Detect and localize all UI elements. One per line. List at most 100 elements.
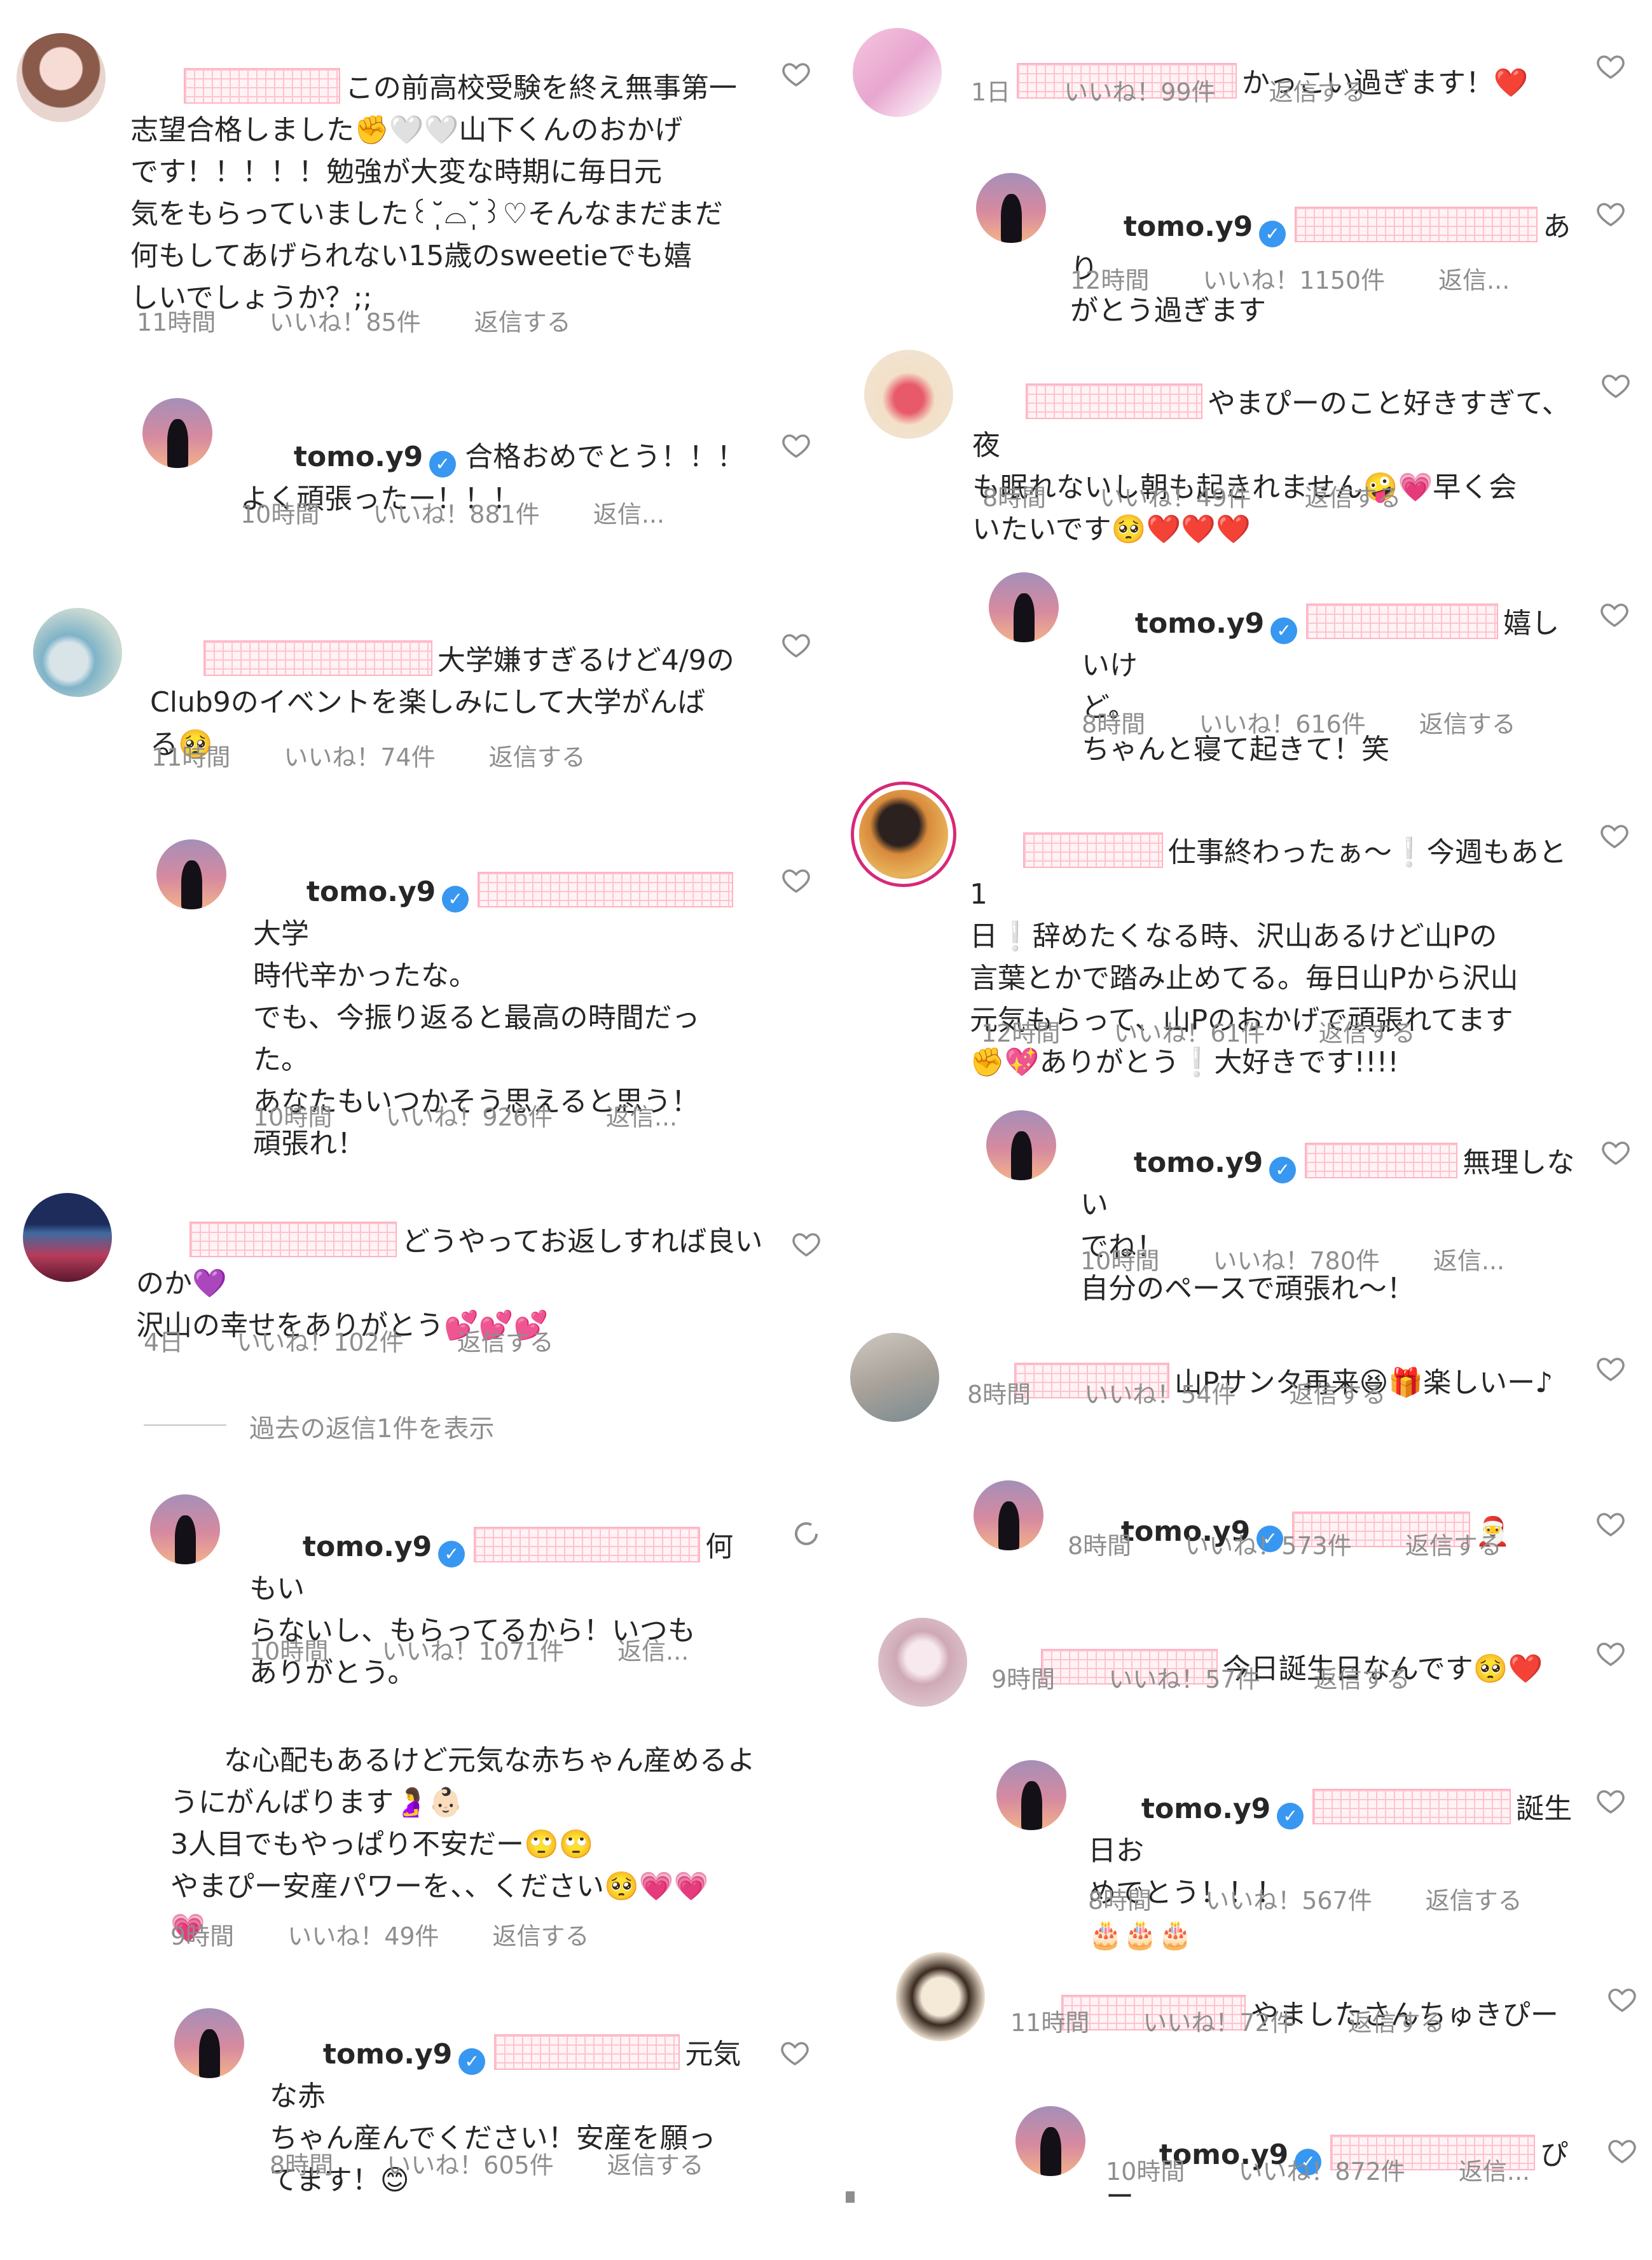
username[interactable]: tomo.y9 [1134, 1147, 1263, 1179]
reply-button[interactable]: 返信する [1269, 78, 1366, 106]
heart-icon[interactable] [1595, 1508, 1626, 1539]
like-count[interactable]: いいね！616件 [1199, 710, 1366, 738]
heart-icon[interactable] [1599, 599, 1630, 630]
like-count[interactable]: いいね！49件 [1099, 484, 1251, 512]
heart-icon[interactable] [781, 865, 811, 895]
comment-time: 11時間 [1010, 2009, 1090, 2037]
like-count[interactable]: いいね！780件 [1213, 1247, 1380, 1275]
comment-meta: 11時間 いいね！74件 返信する [151, 738, 639, 773]
tomo-avatar[interactable] [996, 1760, 1066, 1830]
user-avatar[interactable] [853, 28, 942, 117]
heart-icon[interactable] [1595, 1638, 1626, 1669]
reply-button[interactable]: 返信する [1305, 484, 1401, 512]
like-count[interactable]: いいね！926件 [385, 1103, 553, 1131]
tomo-avatar[interactable] [174, 2008, 244, 2078]
heart-icon[interactable] [1600, 1137, 1631, 1168]
like-count[interactable]: いいね！881件 [373, 500, 540, 528]
reply-button[interactable]: 返信する [1405, 1532, 1502, 1560]
comment: この前高校受験を終え無事第一 志望合格しました✊🤍🤍山下くんのおかげ です！！！… [0, 0, 826, 356]
comment-time: 9時間 [991, 1665, 1056, 1693]
comment-meta: 8時間 いいね！567件 返信する [1088, 1881, 1576, 1916]
reply-button[interactable]: 返信する [1426, 1887, 1522, 1915]
comment-meta: 10時間 いいね！1071件 返信... [249, 1632, 742, 1667]
tomo-avatar[interactable] [156, 839, 226, 909]
like-count[interactable]: いいね！567件 [1205, 1887, 1372, 1915]
like-count[interactable]: いいね！1071件 [382, 1637, 564, 1665]
user-avatar[interactable] [17, 33, 106, 122]
reply-button[interactable]: 返信する [489, 743, 586, 771]
heart-icon[interactable] [1595, 198, 1626, 229]
heart-icon[interactable] [780, 2037, 810, 2068]
like-count[interactable]: いいね！605件 [387, 2151, 554, 2179]
heart-icon[interactable] [781, 59, 811, 89]
like-count[interactable]: いいね！102件 [237, 1328, 404, 1356]
username[interactable]: tomo.y9 [303, 1531, 432, 1563]
like-count[interactable]: いいね！99件 [1064, 78, 1215, 106]
user-avatar[interactable] [878, 1618, 967, 1707]
heart-icon[interactable] [791, 1229, 822, 1259]
reply-button[interactable]: 返信する [1314, 1665, 1410, 1693]
heart-icon[interactable] [1595, 51, 1626, 81]
tomo-avatar[interactable] [142, 398, 212, 468]
like-count[interactable]: いいね！72件 [1143, 2009, 1294, 2037]
like-count[interactable]: いいね！85件 [269, 308, 420, 336]
reply-button[interactable]: 返信... [593, 500, 664, 528]
comment: かっこい過ぎます！❤️ 1日 いいね！99件 返信する [826, 0, 1652, 140]
like-count[interactable]: いいね！1150件 [1202, 266, 1385, 294]
reply-button[interactable]: 返信する [493, 1922, 589, 1950]
reply-button[interactable]: 返信... [1438, 266, 1510, 294]
user-avatar[interactable] [896, 1952, 985, 2041]
tomo-avatar[interactable] [150, 1494, 220, 1564]
username[interactable]: tomo.y9 [1141, 1793, 1270, 1825]
redacted-mention [1295, 207, 1538, 242]
heart-icon[interactable] [1599, 820, 1630, 851]
reply-comment: tomo.y9 ✓ 元気な赤 ちゃん産んでください！安産を願っ てます！😊 8時間い… [0, 1990, 826, 2200]
reply-button[interactable]: 返信する [1348, 2009, 1445, 2037]
like-count[interactable]: いいね！872件 [1238, 2158, 1405, 2186]
reply-button[interactable]: 返信する [457, 1328, 554, 1356]
user-avatar[interactable] [864, 350, 953, 439]
replies-divider [144, 1424, 226, 1426]
comment-text: な心配もあるけど元気な赤ちゃん産めるよ うにがんばります🤰👶🏻 3人目でもやっぱ… [170, 1744, 755, 1945]
like-count[interactable]: いいね！54件 [1084, 1381, 1236, 1409]
tomo-avatar[interactable] [989, 572, 1059, 642]
heart-icon[interactable] [1607, 2135, 1637, 2166]
view-previous-replies-link[interactable]: 過去の返信1件を表示 [249, 1408, 494, 1445]
tomo-avatar[interactable] [1015, 2106, 1085, 2176]
reply-button[interactable]: 返信する [607, 2151, 704, 2179]
reply-button[interactable]: 返信する [1319, 1019, 1415, 1047]
like-count[interactable]: いいね！573件 [1185, 1532, 1352, 1560]
tomo-avatar[interactable] [974, 1480, 1043, 1550]
user-avatar[interactable] [33, 608, 122, 697]
username[interactable]: tomo.y9 [323, 2038, 452, 2071]
reply-button[interactable]: 返信... [617, 1637, 689, 1665]
heart-icon[interactable] [1600, 370, 1631, 401]
username[interactable]: tomo.y9 [1124, 210, 1253, 243]
comment-time: 8時間 [270, 2151, 334, 2179]
like-count[interactable]: いいね！49件 [287, 1922, 439, 1950]
reply-button[interactable]: 返信する [474, 308, 571, 336]
heart-icon[interactable] [1595, 1353, 1626, 1384]
like-count[interactable]: いいね！74件 [284, 743, 435, 771]
reply-button[interactable]: 返信する [1419, 710, 1516, 738]
heart-icon[interactable] [781, 630, 811, 660]
verified-badge-icon: ✓ [1270, 617, 1298, 644]
reply-button[interactable]: 返信... [606, 1103, 677, 1131]
verified-badge-icon: ✓ [458, 2048, 486, 2075]
reply-button[interactable]: 返信する [1290, 1381, 1386, 1409]
username[interactable]: tomo.y9 [294, 441, 423, 473]
heart-icon[interactable] [781, 430, 811, 460]
like-count[interactable]: いいね！57件 [1108, 1665, 1260, 1693]
user-avatar[interactable] [850, 1333, 939, 1422]
reply-button[interactable]: 返信... [1459, 2158, 1530, 2186]
username[interactable]: tomo.y9 [1135, 607, 1264, 640]
user-avatar-story-ring[interactable] [859, 790, 948, 879]
username[interactable]: tomo.y9 [306, 876, 436, 908]
heart-icon[interactable] [1607, 1984, 1637, 2015]
reply-button[interactable]: 返信... [1433, 1247, 1504, 1275]
tomo-avatar[interactable] [986, 1110, 1056, 1180]
heart-icon[interactable] [1595, 1786, 1626, 1816]
tomo-avatar[interactable] [976, 173, 1046, 243]
user-avatar[interactable] [23, 1193, 112, 1282]
like-count[interactable]: いいね！61件 [1113, 1019, 1265, 1047]
